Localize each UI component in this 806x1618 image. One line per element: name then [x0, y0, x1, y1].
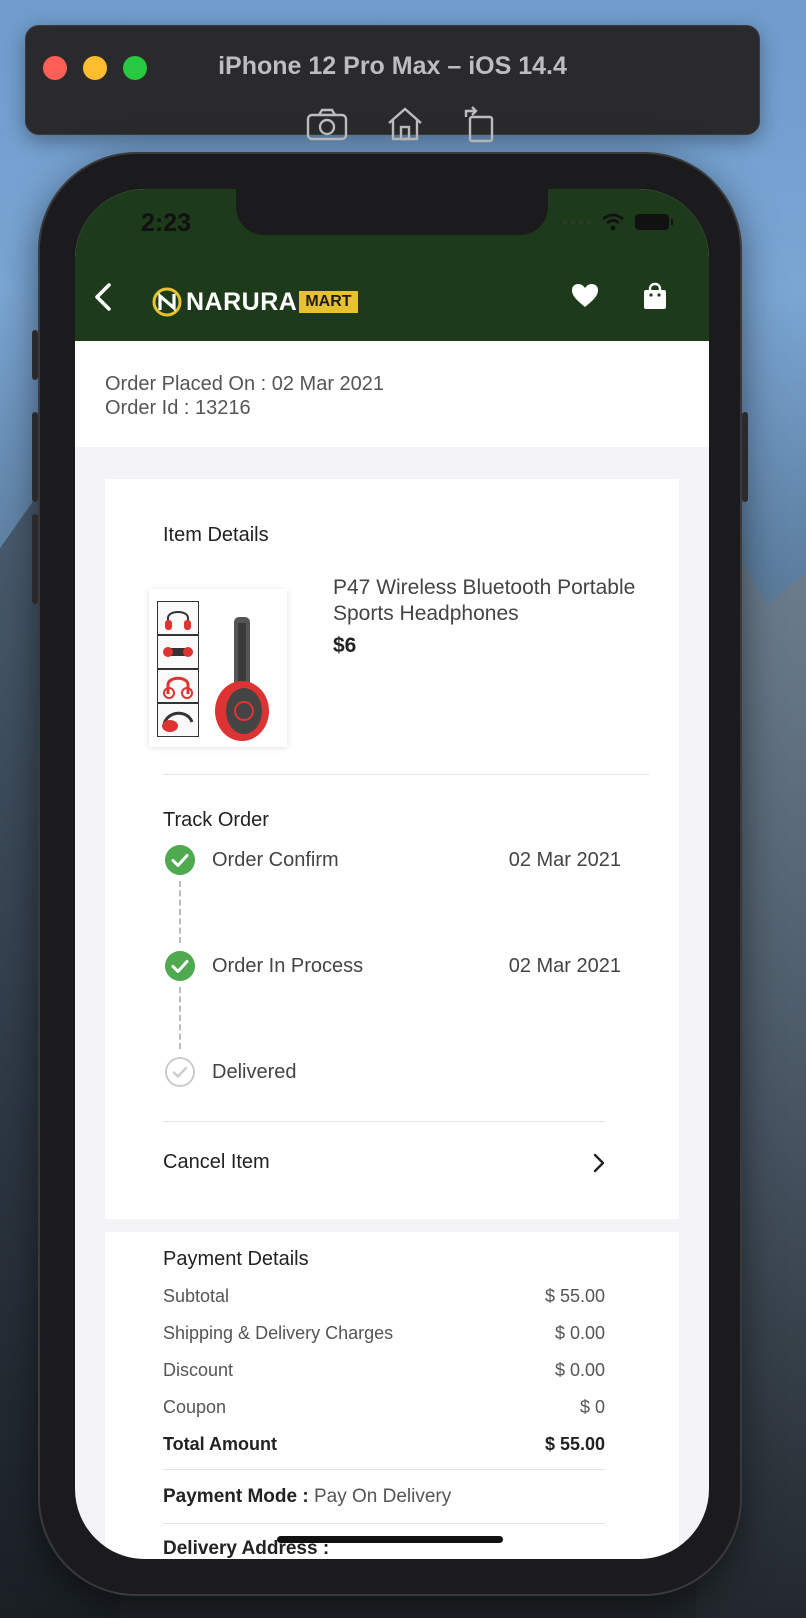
- mute-switch: [32, 330, 38, 380]
- divider: [163, 1469, 605, 1470]
- brand-name: NARURA: [186, 287, 298, 316]
- headphone-main-image: [215, 617, 269, 741]
- divider: [163, 1523, 605, 1524]
- simulator-title: iPhone 12 Pro Max – iOS 14.4: [218, 52, 567, 80]
- shopping-bag-icon[interactable]: [640, 281, 670, 311]
- payment-row-shipping: Shipping & Delivery Charges $ 0.00: [163, 1323, 605, 1344]
- pending-check-circle-icon: [165, 1057, 195, 1087]
- payment-row-label: Subtotal: [163, 1286, 230, 1306]
- track-connector: [179, 881, 181, 943]
- payment-row-total: Total Amount $ 55.00: [163, 1434, 605, 1455]
- payment-row-value: $ 55.00: [544, 1286, 605, 1306]
- product-price: $6: [333, 634, 357, 657]
- simulator-toolbar: iPhone 12 Pro Max – iOS 14.4: [25, 25, 760, 143]
- track-step-label: Order Confirm: [212, 849, 339, 871]
- product-image[interactable]: [149, 589, 287, 747]
- camera-icon[interactable]: [304, 104, 350, 144]
- payment-mode-value: Pay On Delivery: [308, 1486, 452, 1507]
- power-button: [742, 412, 748, 502]
- track-connector: [179, 987, 181, 1049]
- order-placed-on: Order Placed On : 02 Mar 2021: [105, 373, 385, 395]
- back-chevron-icon[interactable]: [87, 279, 123, 315]
- item-details-title: Item Details: [163, 524, 269, 546]
- payment-row-subtotal: Subtotal $ 55.00: [163, 1286, 605, 1307]
- product-thumb: [157, 669, 199, 703]
- item-details-card: Item Details P47 Wireless Bluetooth Port…: [105, 479, 679, 1219]
- product-name[interactable]: P47 Wireless Bluetooth Portable Sports H…: [333, 575, 653, 627]
- payment-row-discount: Discount $ 0.00: [163, 1360, 605, 1381]
- product-thumb: [157, 601, 199, 635]
- divider: [163, 774, 649, 775]
- app-header: 2:23 NARURA MART: [75, 189, 709, 341]
- brand-logo: NARURA MART: [152, 287, 358, 317]
- payment-mode: Payment Mode : Pay On Delivery: [163, 1486, 451, 1508]
- volume-down-button: [32, 514, 38, 604]
- battery-icon: [635, 214, 673, 230]
- track-order-title: Track Order: [163, 809, 269, 831]
- volume-up-button: [32, 412, 38, 502]
- notch: [236, 189, 548, 235]
- track-step-date: 02 Mar 2021: [508, 955, 621, 977]
- brand-tag: MART: [299, 291, 358, 313]
- total-label: Total Amount: [163, 1434, 277, 1454]
- total-value: $ 55.00: [544, 1434, 605, 1454]
- payment-row-value: $ 0: [579, 1397, 605, 1417]
- product-thumb: [157, 635, 199, 669]
- payment-mode-label: Payment Mode :: [163, 1486, 309, 1507]
- payment-row-coupon: Coupon $ 0: [163, 1397, 605, 1418]
- payment-row-label: Shipping & Delivery Charges: [163, 1323, 394, 1343]
- home-icon[interactable]: [382, 104, 428, 144]
- status-time: 2:23: [141, 209, 192, 237]
- wifi-icon: [602, 213, 624, 231]
- heart-icon[interactable]: [570, 281, 600, 311]
- payment-details-card: Payment Details Subtotal $ 55.00 Shippin…: [105, 1232, 679, 1559]
- track-step-label: Order In Process: [212, 955, 364, 977]
- track-step-label: Delivered: [212, 1061, 297, 1083]
- check-circle-icon: [165, 951, 195, 981]
- signal-icon: [563, 220, 591, 224]
- payment-row-label: Discount: [163, 1360, 234, 1380]
- payment-row-value: $ 0.00: [554, 1323, 605, 1343]
- divider: [163, 1121, 605, 1122]
- payment-row-value: $ 0.00: [554, 1360, 605, 1380]
- payment-details-title: Payment Details: [163, 1248, 309, 1270]
- cancel-item-button[interactable]: Cancel Item: [163, 1151, 270, 1174]
- chevron-right-icon[interactable]: [589, 1151, 609, 1175]
- track-step-date: 02 Mar 2021: [508, 849, 621, 871]
- check-circle-icon: [165, 845, 195, 875]
- order-info-panel: Order Placed On : 02 Mar 2021 Order Id :…: [75, 341, 709, 447]
- order-id: Order Id : 13216: [105, 397, 251, 419]
- payment-row-label: Coupon: [163, 1397, 227, 1417]
- app-screen: 2:23 NARURA MART Order Placed On : 02 Ma: [75, 189, 709, 1559]
- rotate-icon[interactable]: [456, 104, 502, 144]
- home-indicator[interactable]: [277, 1536, 503, 1543]
- product-thumb: [157, 703, 199, 737]
- status-indicators: [563, 213, 673, 231]
- logo-mark-icon: [152, 287, 182, 317]
